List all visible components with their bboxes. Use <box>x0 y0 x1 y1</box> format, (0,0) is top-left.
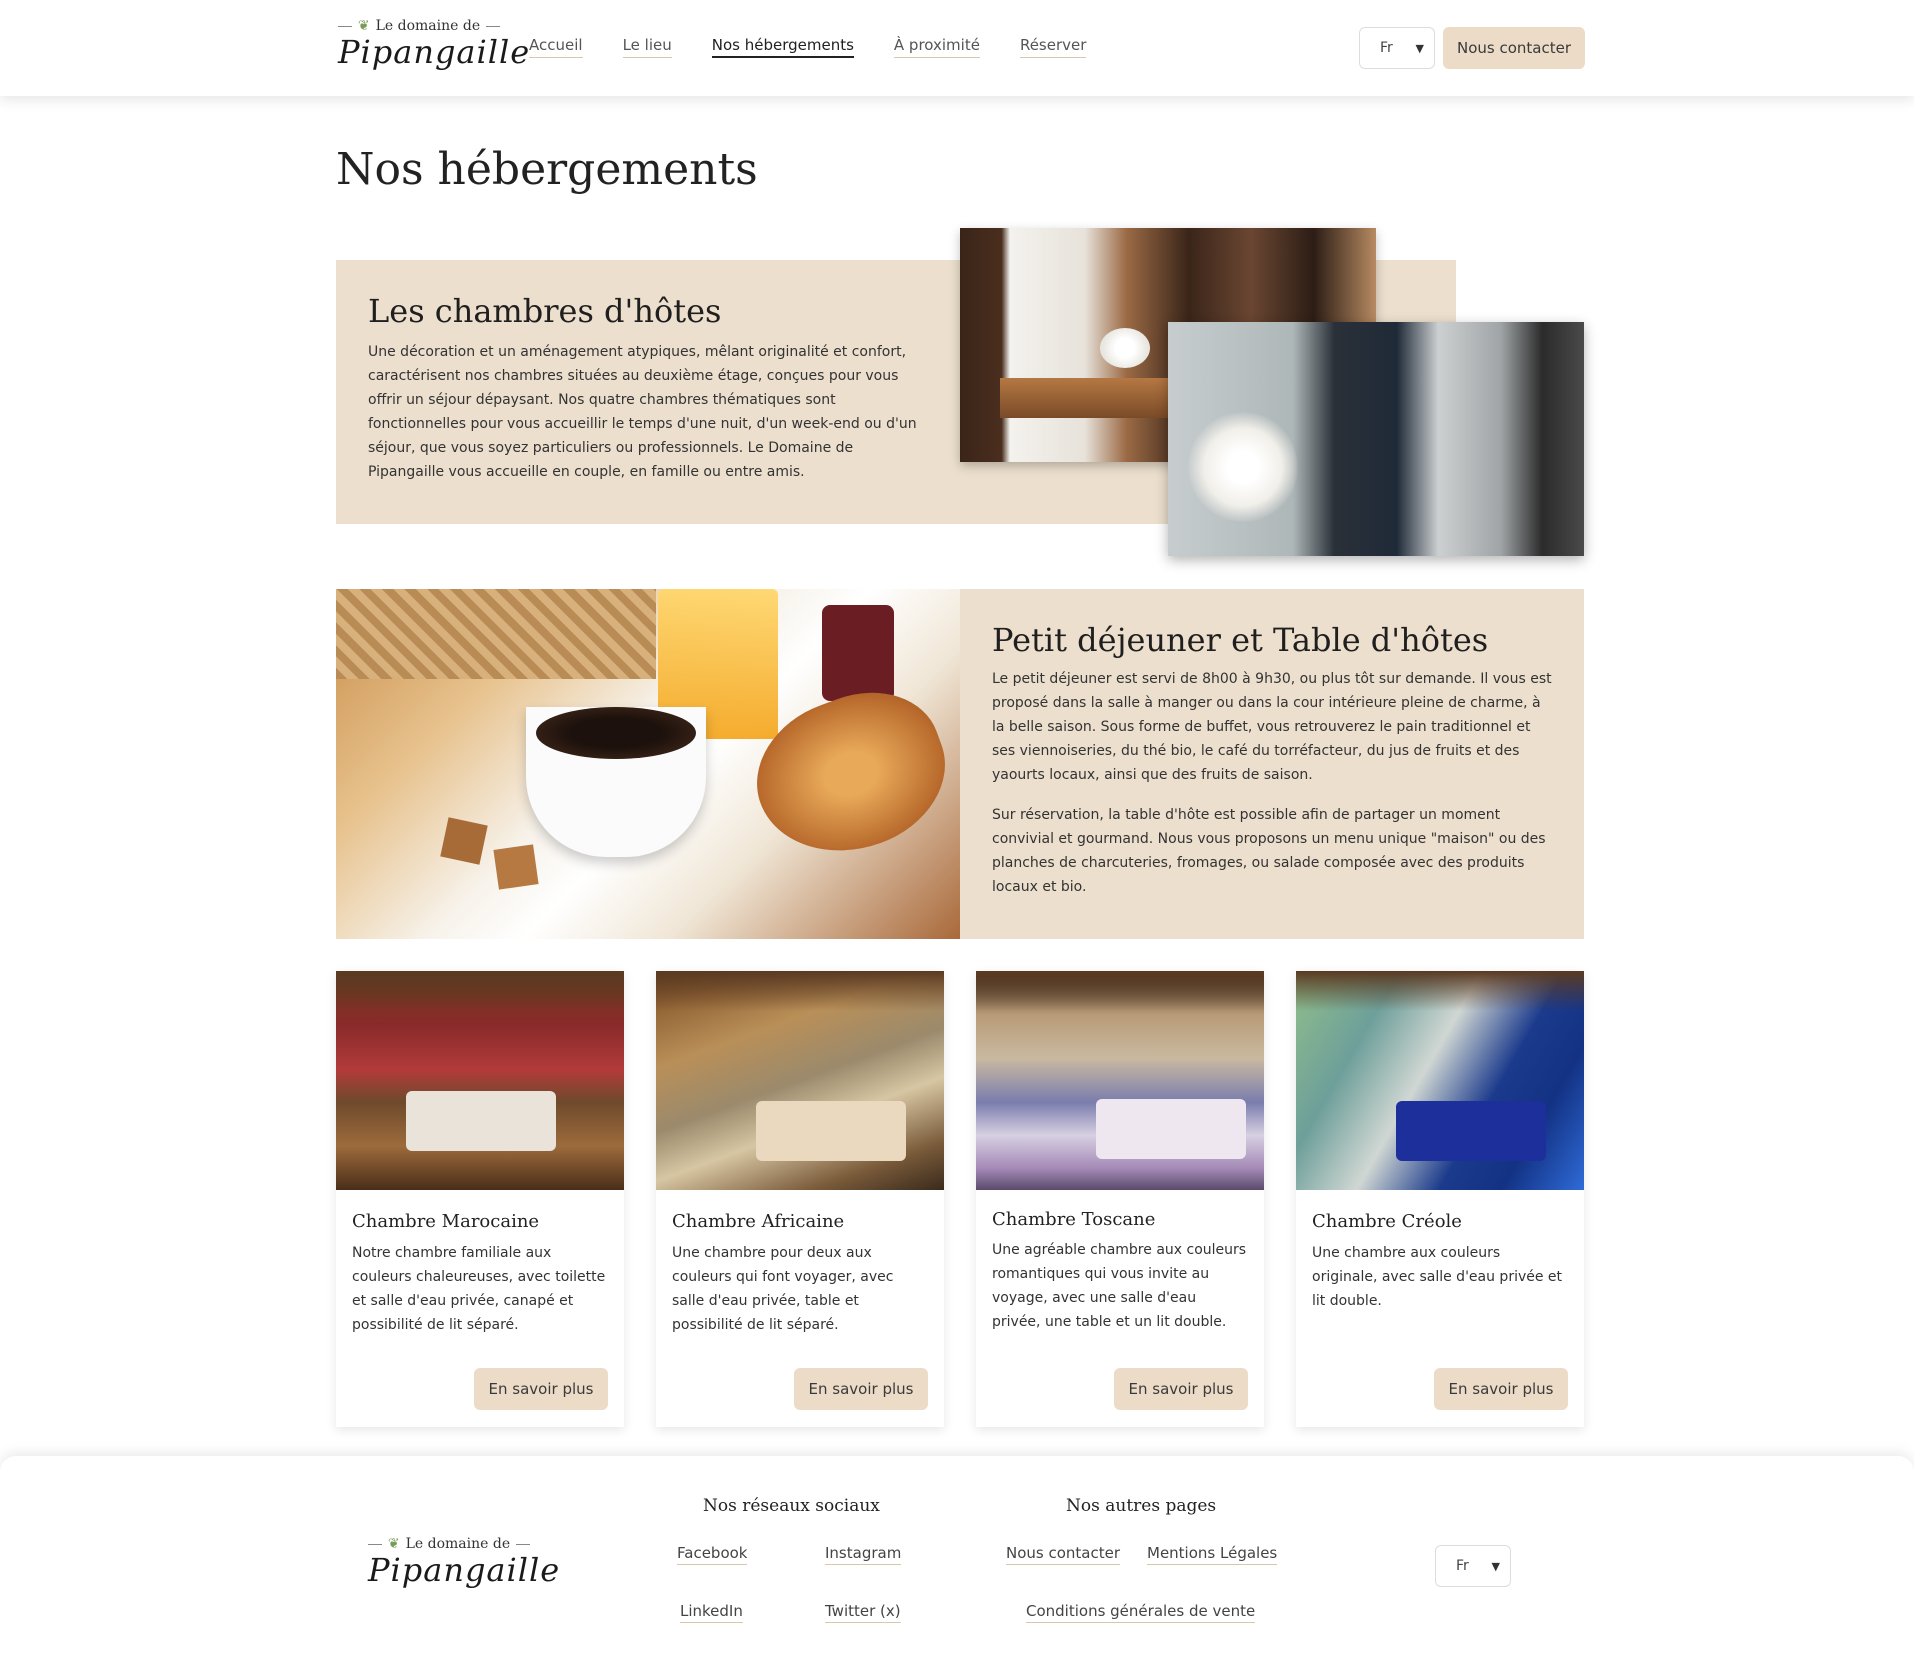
logo-script-text: Pipangaille <box>368 1551 561 1589</box>
photo-bed <box>1396 1101 1546 1161</box>
photo-shelf <box>1000 378 1170 418</box>
photo-roof-beam <box>656 971 944 1011</box>
breakfast-title: Petit déjeuner et Table d'hôtes <box>992 621 1489 659</box>
photo-sugar-cube <box>493 844 539 890</box>
rooms-intro-title: Les chambres d'hôtes <box>368 292 722 330</box>
room-card-title: Chambre Toscane <box>992 1209 1156 1230</box>
logo-line-right <box>486 25 500 27</box>
room-card-text: Notre chambre familiale aux couleurs cha… <box>352 1245 606 1333</box>
nav-item-a-proximite[interactable]: À proximité <box>893 36 980 58</box>
room-card-text: Une agréable chambre aux couleurs romant… <box>992 1242 1247 1330</box>
nav-item-le-lieu[interactable]: Le lieu <box>622 36 672 58</box>
footer-link-instagram[interactable]: Instagram <box>825 1544 902 1565</box>
photo-bed <box>406 1091 556 1151</box>
logo-script-text: Pipangaille <box>338 33 531 71</box>
site-header: ❦ Le domaine de Pipangaille Accueil Le l… <box>0 0 1914 96</box>
photo-orchid-closeup <box>1188 412 1298 522</box>
language-value: Fr <box>1380 40 1393 56</box>
room-photo-africaine <box>656 971 944 1190</box>
footer-link-contact[interactable]: Nous contacter <box>1006 1544 1121 1565</box>
logo-line-left <box>338 25 352 27</box>
nav-item-nos-hebergements[interactable]: Nos hébergements <box>711 36 854 58</box>
site-footer: ❦ Le domaine de Pipangaille Nos réseaux … <box>0 1456 1914 1673</box>
footer-link-cgv[interactable]: Conditions générales de vente <box>1026 1602 1256 1623</box>
room-card-creole: Chambre Créole Une chambre aux couleurs … <box>1296 971 1584 1427</box>
footer-link-linkedin[interactable]: LinkedIn <box>680 1602 743 1623</box>
photo-bed <box>756 1101 906 1161</box>
sprig-icon: ❦ <box>387 1536 400 1552</box>
nav-item-accueil[interactable]: Accueil <box>529 36 583 58</box>
learn-more-button[interactable]: En savoir plus <box>1434 1368 1568 1410</box>
social-heading: Nos réseaux sociaux <box>703 1496 880 1516</box>
corridor-photo-orchid <box>1168 322 1584 556</box>
photo-jam-jar <box>822 605 894 701</box>
footer-link-facebook[interactable]: Facebook <box>677 1544 748 1565</box>
photo-roof-beam <box>976 971 1264 1011</box>
footer-link-twitter[interactable]: Twitter (x) <box>825 1602 901 1623</box>
nav-item-reserver[interactable]: Réserver <box>1019 36 1087 58</box>
photo-orchid <box>1100 328 1150 368</box>
room-photo-toscane <box>976 971 1264 1190</box>
photo-bread-basket <box>336 589 656 679</box>
breakfast-text: Le petit déjeuner est servi de 8h00 à 9h… <box>992 671 1552 783</box>
rooms-intro-text: Une décoration et un aménagement atypiqu… <box>368 344 917 480</box>
breakfast-panel: Petit déjeuner et Table d'hôtes Le petit… <box>336 589 1584 939</box>
chevron-down-icon: ▼ <box>1415 41 1424 55</box>
page-title: Nos hébergements <box>336 144 758 195</box>
room-card-title: Chambre Créole <box>1312 1211 1462 1232</box>
contact-button[interactable]: Nous contacter <box>1443 27 1585 69</box>
sprig-icon: ❦ <box>357 18 370 34</box>
photo-bed <box>1096 1099 1246 1159</box>
learn-more-button[interactable]: En savoir plus <box>1114 1368 1248 1410</box>
footer-link-mentions-legales[interactable]: Mentions Légales <box>1147 1544 1278 1565</box>
logo-line-left <box>368 1543 382 1545</box>
photo-sugar-cube <box>440 817 488 865</box>
learn-more-button[interactable]: En savoir plus <box>474 1368 608 1410</box>
room-card-title: Chambre Africaine <box>672 1211 845 1232</box>
room-card-text: Une chambre aux couleurs originale, avec… <box>1312 1245 1563 1309</box>
logo-line-right <box>516 1543 530 1545</box>
logo-top-text: Le domaine de <box>405 1536 511 1552</box>
language-select[interactable]: Fr ▼ <box>1359 27 1435 69</box>
room-photo-creole <box>1296 971 1584 1190</box>
logo-top: ❦ Le domaine de <box>368 1536 530 1552</box>
room-card-text: Une chambre pour deux aux couleurs qui f… <box>672 1245 894 1333</box>
footer-logo[interactable]: ❦ Le domaine de Pipangaille <box>368 1536 561 1589</box>
chevron-down-icon: ▼ <box>1491 1559 1500 1573</box>
room-card-africaine: Chambre Africaine Une chambre pour deux … <box>656 971 944 1427</box>
logo-top: ❦ Le domaine de <box>338 18 500 34</box>
pages-heading: Nos autres pages <box>1066 1496 1217 1516</box>
logo-top-text: Le domaine de <box>375 18 481 34</box>
language-value: Fr <box>1456 1558 1469 1574</box>
photo-roof-beam <box>1296 971 1584 1011</box>
room-card-title: Chambre Marocaine <box>352 1211 540 1232</box>
breakfast-photo <box>336 589 960 939</box>
footer-language-select[interactable]: Fr ▼ <box>1435 1545 1511 1587</box>
learn-more-button[interactable]: En savoir plus <box>794 1368 928 1410</box>
site-logo[interactable]: ❦ Le domaine de Pipangaille <box>338 18 531 71</box>
photo-roof-beam <box>336 971 624 1011</box>
photo-coffee <box>536 707 696 759</box>
room-photo-marocaine <box>336 971 624 1190</box>
room-card-toscane: Chambre Toscane Une agréable chambre aux… <box>976 971 1264 1427</box>
room-card-marocaine: Chambre Marocaine Notre chambre familial… <box>336 971 624 1427</box>
main-nav: Accueil Le lieu Nos hébergements À proxi… <box>529 36 1087 58</box>
table-hotes-text: Sur réservation, la table d'hôte est pos… <box>992 807 1546 895</box>
